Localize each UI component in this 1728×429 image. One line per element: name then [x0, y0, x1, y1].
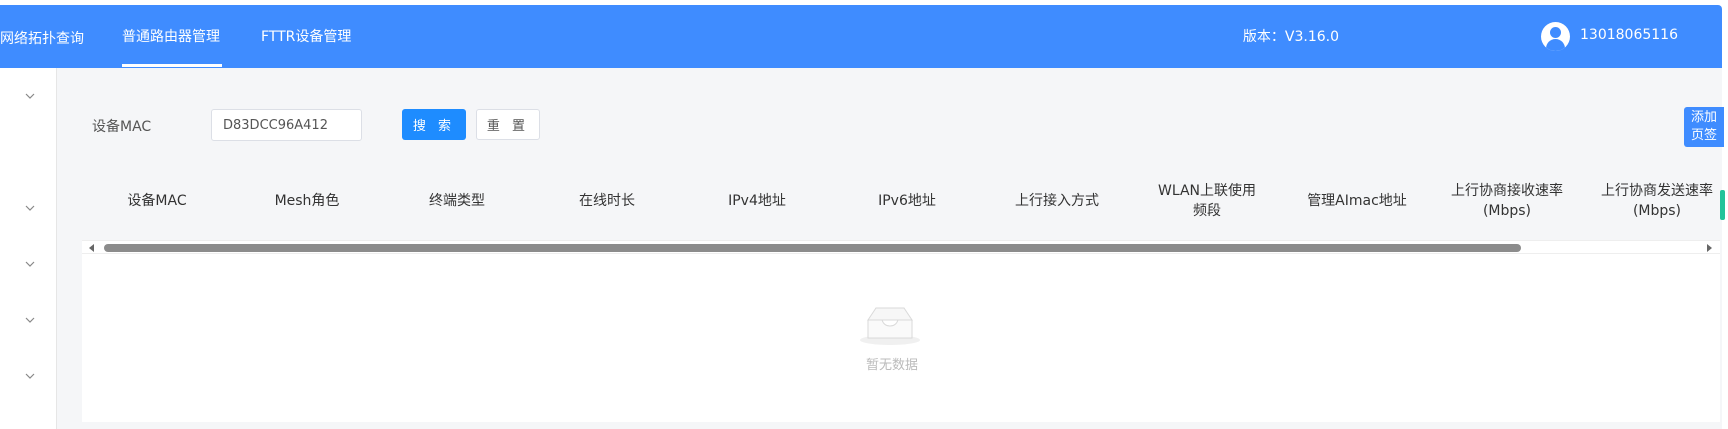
column-header: 管理AImac地址: [1307, 193, 1407, 209]
column-header: WLAN上联使用频段: [1157, 183, 1256, 219]
empty-inbox-icon: [858, 302, 922, 346]
chevron-down-icon[interactable]: [25, 371, 35, 381]
column-header: IPv4地址: [728, 193, 786, 209]
vertical-scroll-indicator[interactable]: [1720, 190, 1725, 220]
nav-item-fttr-management[interactable]: FTTR设备管理: [261, 26, 351, 46]
empty-text: 暂无数据: [865, 358, 918, 373]
chevron-down-icon[interactable]: [25, 91, 35, 101]
add-tab-button[interactable]: 添加 页签: [1684, 107, 1724, 147]
horizontal-scrollbar[interactable]: [82, 240, 1720, 254]
device-table: 设备MAC Mesh角色 终端类型 在线时长 IPv4地址 IPv6地址 上行接…: [82, 162, 1720, 422]
column-header: Mesh角色: [274, 193, 340, 209]
user-phone[interactable]: 13018065116: [1580, 27, 1678, 43]
reset-button[interactable]: 重 置: [476, 109, 540, 140]
table-header: 设备MAC Mesh角色 终端类型 在线时长 IPv4地址 IPv6地址 上行接…: [82, 162, 1720, 240]
nav-item-router-management[interactable]: 普通路由器管理: [122, 26, 220, 46]
add-tab-label-2: 页签: [1690, 128, 1717, 143]
top-strip: [0, 0, 1728, 4]
top-header: 网络拓扑查询 普通路由器管理 FTTR设备管理 版本：V3.16.0 13018…: [0, 5, 1722, 68]
chevron-down-icon[interactable]: [25, 315, 35, 325]
chevron-down-icon[interactable]: [25, 259, 35, 269]
mac-input[interactable]: [211, 109, 362, 141]
empty-state: 暂无数据: [82, 254, 1720, 422]
column-header: 上行协商发送速率(Mbps): [1601, 183, 1713, 219]
mac-label: 设备MAC: [92, 119, 152, 135]
version-text: 版本：V3.16.0: [1242, 29, 1339, 45]
user-avatar-icon[interactable]: [1541, 22, 1570, 51]
sidebar: [0, 68, 57, 429]
scroll-left-icon[interactable]: [89, 244, 94, 252]
scroll-right-icon[interactable]: [1707, 244, 1712, 252]
nav-active-indicator: [122, 64, 222, 67]
column-header: 终端类型: [429, 193, 485, 209]
scrollbar-thumb[interactable]: [104, 244, 1521, 252]
add-tab-label-1: 添加: [1690, 110, 1717, 125]
search-button[interactable]: 搜 索: [402, 109, 466, 140]
column-header: 上行协商接收速率(Mbps): [1451, 183, 1563, 219]
nav-item-topology[interactable]: 网络拓扑查询: [0, 28, 84, 48]
column-header: IPv6地址: [878, 193, 936, 209]
column-header: 设备MAC: [127, 193, 187, 209]
chevron-down-icon[interactable]: [25, 203, 35, 213]
column-header: 在线时长: [579, 193, 635, 209]
column-header: 上行接入方式: [1015, 193, 1099, 209]
